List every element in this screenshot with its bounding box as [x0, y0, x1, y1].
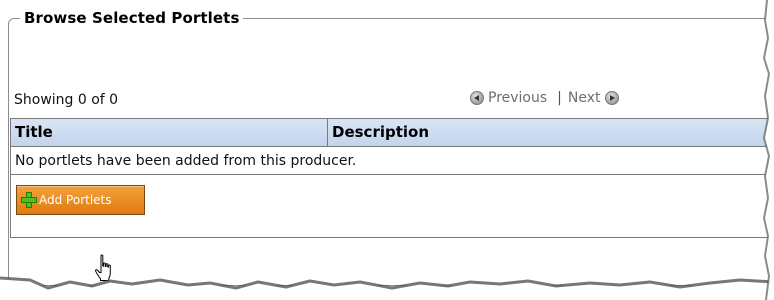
column-header-title[interactable]: Title — [11, 119, 328, 146]
table-empty-message: No portlets have been added from this pr… — [11, 147, 774, 175]
next-arrow-icon[interactable] — [604, 91, 619, 105]
torn-edge-bottom — [0, 276, 774, 300]
pager: Previous | Next — [470, 90, 619, 106]
next-link[interactable]: Next — [568, 90, 601, 106]
pager-separator: | — [557, 90, 562, 106]
torn-edge-right — [762, 0, 774, 300]
previous-arrow-icon[interactable] — [470, 91, 484, 105]
showing-count-text: Showing 0 of 0 — [14, 92, 119, 108]
screenshot-stage: Browse Selected Portlets Showing 0 of 0 … — [0, 0, 774, 300]
column-header-description[interactable]: Description — [328, 119, 429, 146]
groupbox-legend: Browse Selected Portlets — [20, 9, 244, 27]
portlets-table: Title Description No portlets have been … — [10, 118, 774, 238]
plus-icon — [21, 192, 37, 208]
add-portlets-label: Add Portlets — [39, 193, 112, 207]
previous-link[interactable]: Previous — [488, 90, 547, 106]
table-header-row: Title Description — [11, 119, 774, 147]
add-portlets-button[interactable]: Add Portlets — [16, 185, 145, 215]
